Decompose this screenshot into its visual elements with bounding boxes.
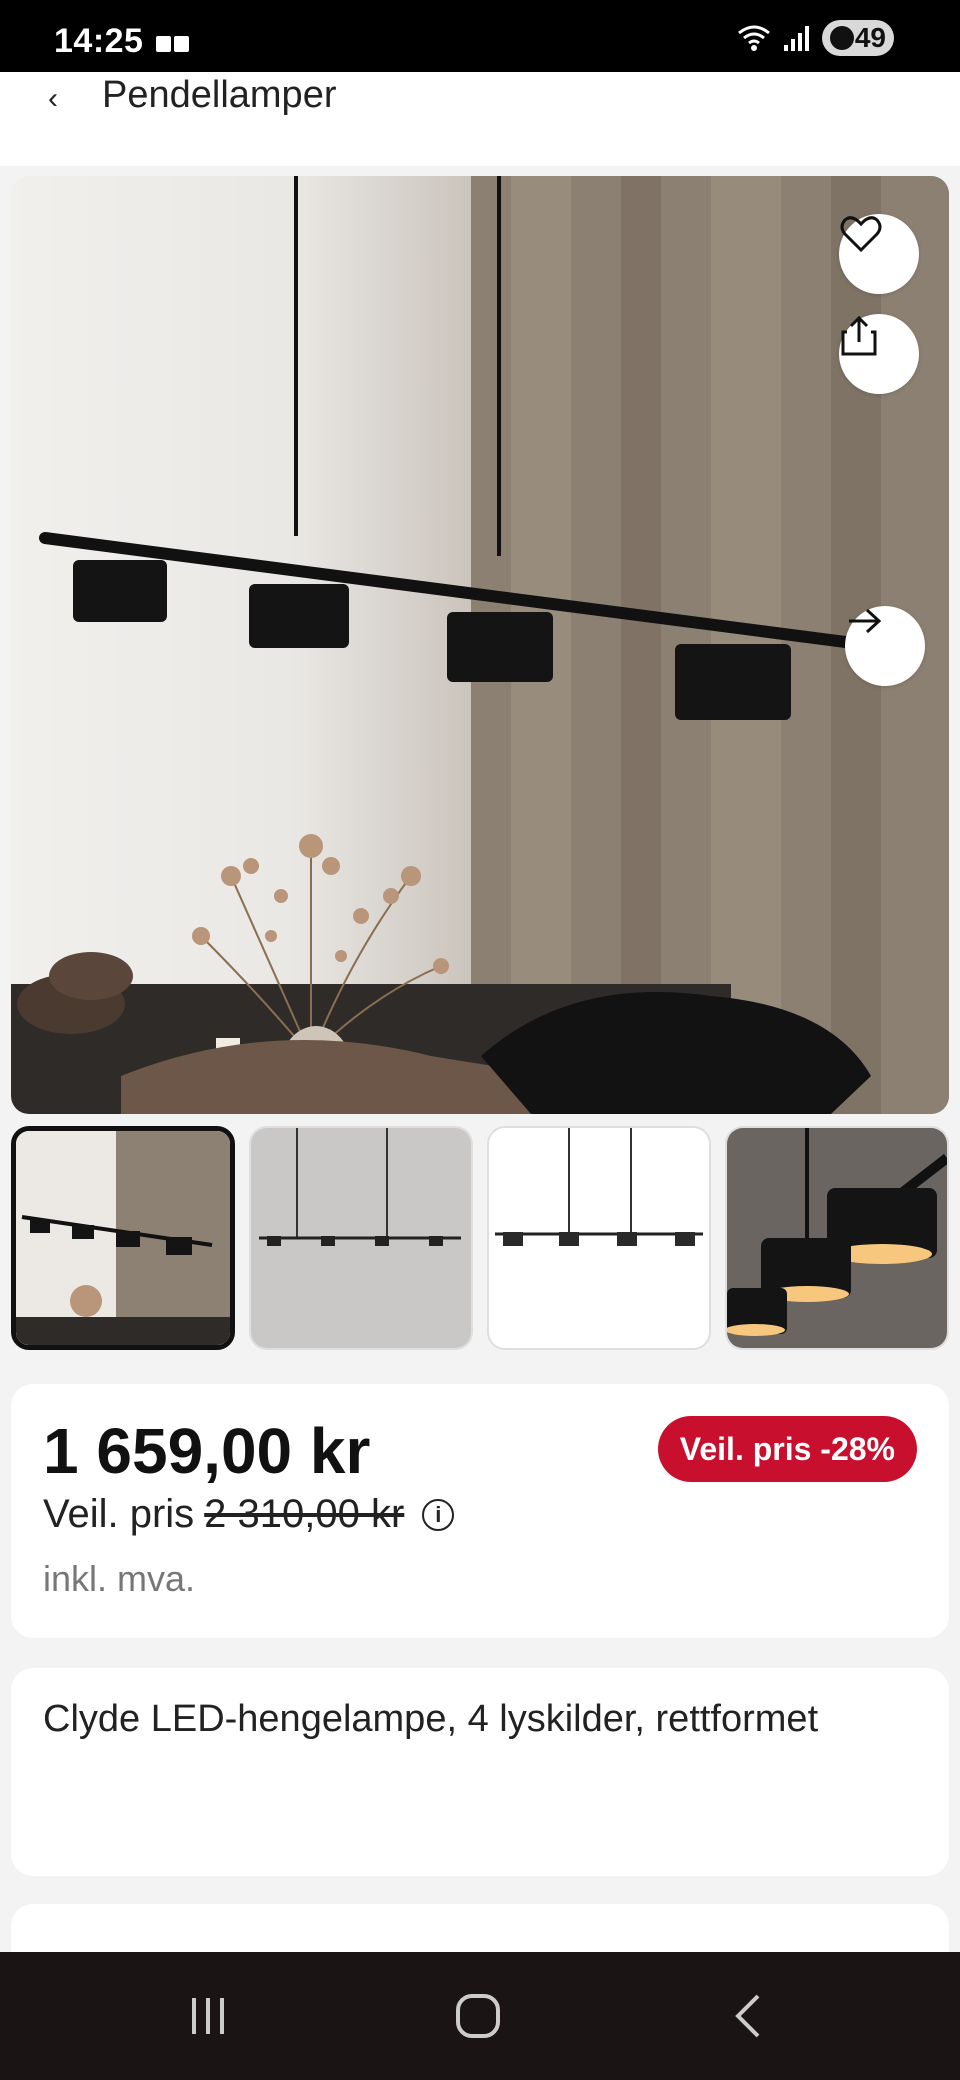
discount-badge: Veil. pris -28% [657, 1416, 917, 1482]
status-icons: 49 [736, 18, 894, 58]
battery-indicator: 49 [822, 20, 894, 56]
price-card: 1 659,00 kr Veil. pris -28% Veil. pris 2… [11, 1384, 949, 1638]
status-time: 14:25 [54, 22, 144, 60]
thumbnail-1[interactable] [11, 1126, 235, 1350]
signal-icon [784, 26, 809, 51]
vat-note: inkl. mva. [43, 1558, 196, 1599]
product-name: Clyde LED-hengelampe, 4 lyskilder, rettf… [43, 1698, 819, 1740]
lamp-room-thumb [16, 1131, 230, 1345]
lamp-concrete-thumb [251, 1128, 471, 1348]
lamp-illustration [11, 176, 949, 1114]
heart-icon [840, 216, 882, 253]
recommended-price-label: Veil. pris [43, 1492, 195, 1536]
thumbnail-3[interactable] [487, 1126, 711, 1350]
recommended-price-line: Veil. pris 2 310,00 kr i [43, 1492, 455, 1537]
lamp-closeup-thumb [727, 1128, 947, 1348]
notification-icon [156, 36, 190, 52]
share-icon [841, 315, 877, 356]
lamp-white-thumb [489, 1128, 709, 1348]
breadcrumb-category[interactable]: Pendellamper [102, 74, 336, 117]
wifi-icon [738, 25, 770, 51]
recommended-price-value: 2 310,00 kr [204, 1492, 405, 1536]
back-button[interactable] [708, 1986, 788, 2046]
status-bar: 14:25 49 [0, 0, 960, 72]
product-main-image[interactable] [11, 176, 949, 1114]
recents-icon [192, 1998, 224, 2034]
thumbnail-4[interactable] [725, 1126, 949, 1350]
thumbnail-2[interactable] [249, 1126, 473, 1350]
back-icon [735, 1994, 760, 2038]
current-price: 1 659,00 kr [43, 1415, 371, 1487]
header: ‹ Pendellamper [0, 72, 960, 166]
product-name-card: Clyde LED-hengelampe, 4 lyskilder, rettf… [11, 1668, 949, 1876]
info-icon[interactable]: i [422, 1498, 455, 1531]
arrow-right-icon [849, 608, 882, 634]
home-icon [456, 1994, 500, 2038]
home-button[interactable] [438, 1986, 518, 2046]
next-image-button[interactable] [845, 606, 925, 686]
share-button[interactable] [839, 314, 919, 394]
battery-level: 49 [854, 22, 886, 53]
recents-button[interactable] [168, 1986, 248, 2046]
favorite-button[interactable] [839, 214, 919, 294]
system-nav-bar [0, 1952, 960, 2080]
thumbnail-strip [11, 1126, 949, 1350]
chevron-left-icon[interactable]: ‹ [48, 82, 58, 116]
charging-icon [830, 26, 854, 50]
